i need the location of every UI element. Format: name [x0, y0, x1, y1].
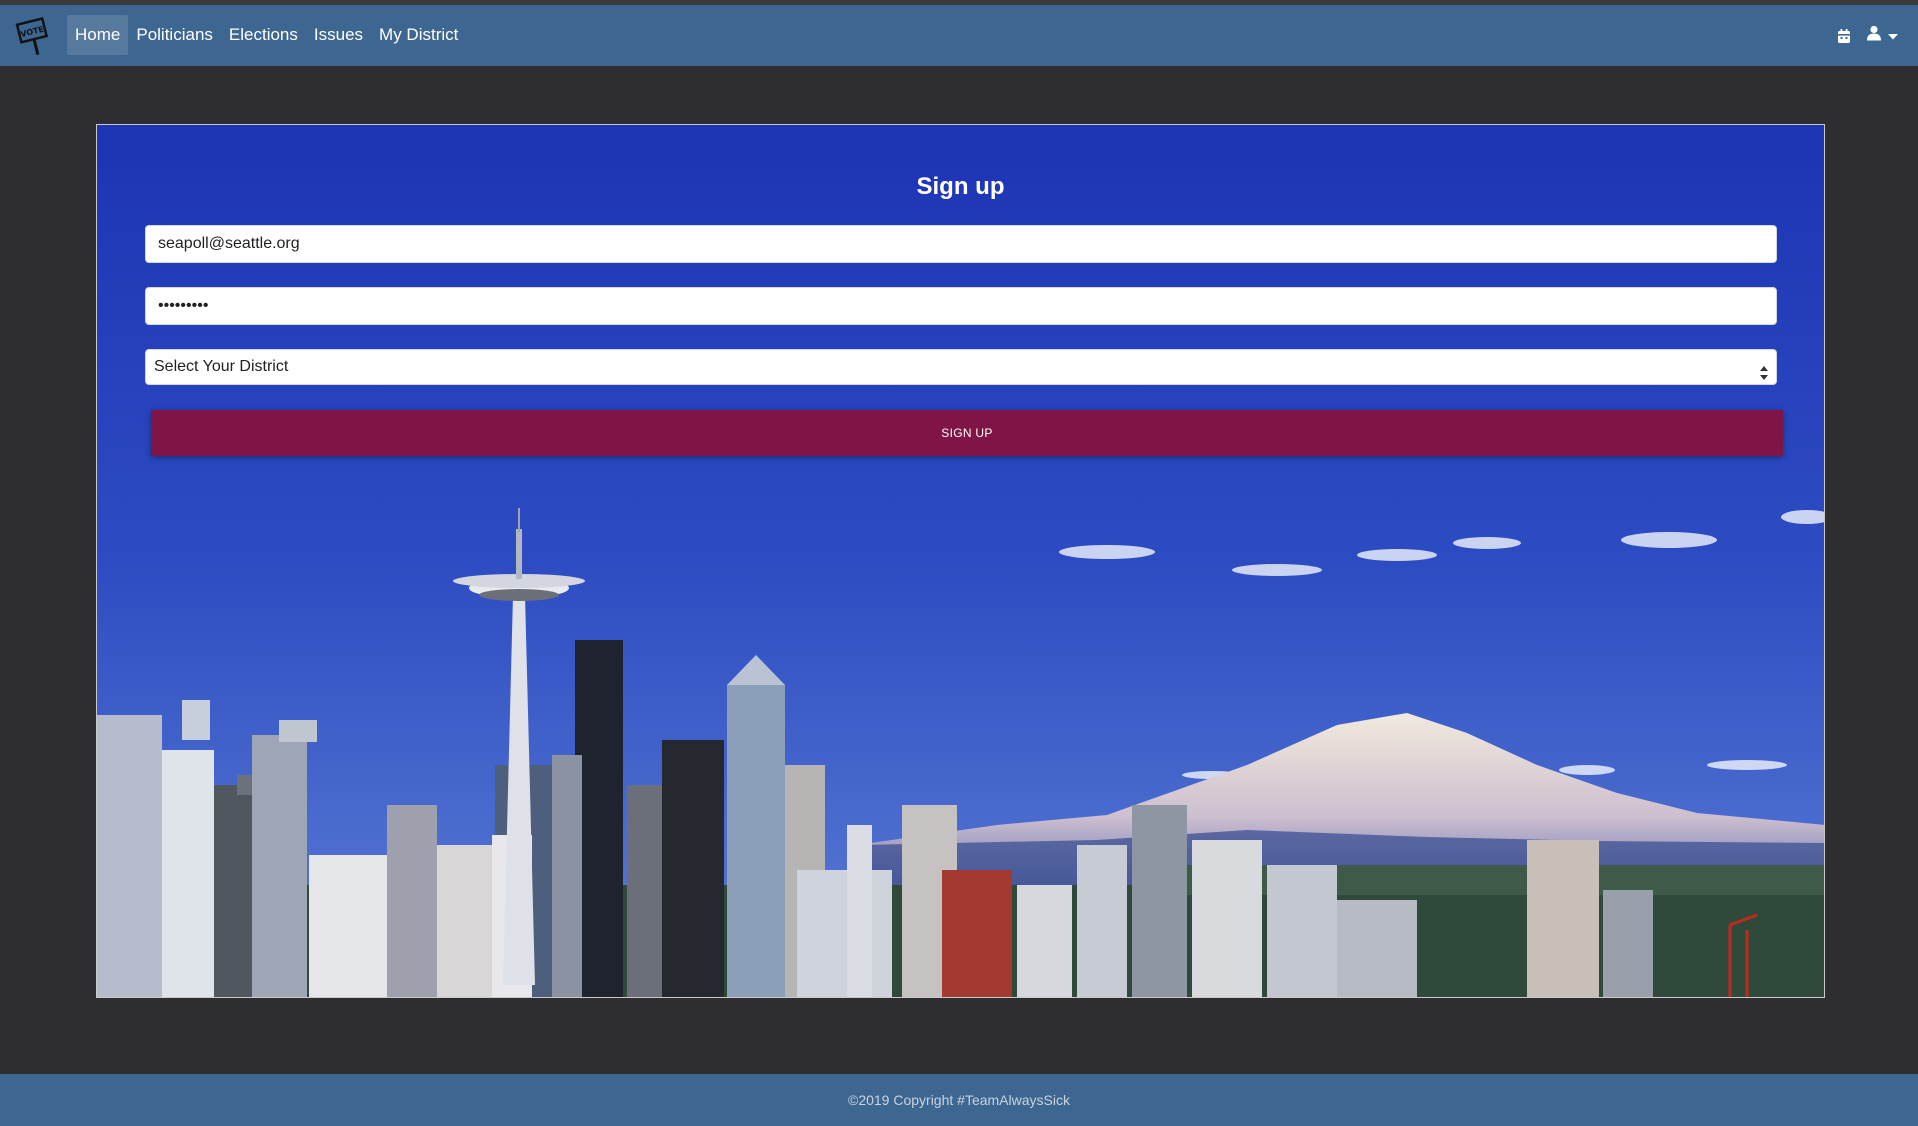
caret-down-icon — [1888, 27, 1898, 45]
top-navbar: VOTE Home Politicians Elections Issues M… — [0, 5, 1918, 66]
nav-home[interactable]: Home — [67, 15, 129, 55]
district-select-value: Select Your District — [154, 358, 289, 375]
user-icon — [1866, 25, 1882, 46]
user-menu-toggle[interactable] — [1866, 25, 1898, 46]
password-input[interactable] — [145, 287, 1777, 325]
district-select[interactable]: Select Your District — [145, 349, 1777, 385]
nav-my-district[interactable]: My District — [371, 15, 466, 55]
main-nav: Home Politicians Elections Issues My Dis… — [67, 15, 466, 55]
signup-title: Sign up — [916, 173, 1005, 200]
nav-politicians[interactable]: Politicians — [128, 15, 221, 55]
nav-issues[interactable]: Issues — [306, 15, 371, 55]
nav-elections[interactable]: Elections — [221, 15, 306, 55]
signup-panel: Sign up Select Your District SIGN UP — [96, 124, 1825, 998]
sign-up-button[interactable]: SIGN UP — [151, 410, 1783, 456]
email-input[interactable] — [145, 225, 1777, 263]
select-arrows-icon — [1760, 359, 1768, 393]
nav-right-actions — [1836, 25, 1898, 46]
vote-sign-icon[interactable]: VOTE — [14, 15, 54, 57]
footer: ©2019 Copyright #TeamAlwaysSick — [0, 1074, 1918, 1126]
calendar-icon[interactable] — [1836, 28, 1852, 44]
footer-copyright: ©2019 Copyright #TeamAlwaysSick — [848, 1092, 1070, 1108]
